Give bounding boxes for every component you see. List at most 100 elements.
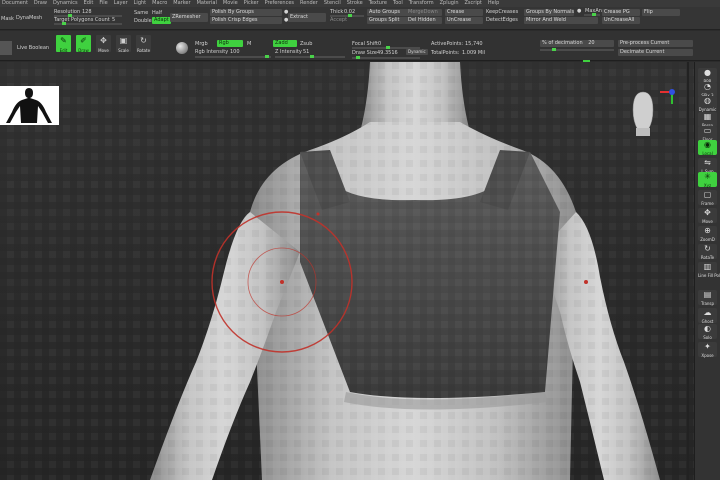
menu-stencil[interactable]: Stencil [324, 0, 341, 7]
zremesher-button[interactable]: ZRemesher [170, 13, 208, 22]
menu-movie[interactable]: Movie [223, 0, 238, 7]
brush-toolbar: Live Boolean ✎ Edit ✐ Draw ✥ Move ▣ Scal… [0, 31, 720, 63]
menu-edit[interactable]: Edit [84, 0, 94, 7]
shelf-bpr-button[interactable]: ●BPR [698, 68, 717, 84]
active-points-label: ActivePoints: [431, 41, 464, 47]
shelf-label: Solo [703, 335, 712, 340]
edit-mode-button[interactable]: ✎ Edit [56, 35, 71, 53]
shelf-zoomd-button[interactable]: ⊕ ZoomD [698, 226, 717, 242]
crease-button[interactable]: Crease [445, 9, 483, 16]
draw-mode-button[interactable]: ✐ Draw [76, 35, 91, 53]
double-button[interactable]: Double [134, 18, 152, 24]
mirror-and-weld-button[interactable]: Mirror And Weld [524, 17, 598, 24]
left-collapse-tab[interactable] [0, 41, 12, 55]
shelf-transp-button[interactable]: ▤ Transp [698, 290, 717, 306]
scale-mode-button[interactable]: ▣ Scale [116, 35, 131, 53]
geometry-panel: Mask DynaMesh Resolution 128 Target Poly… [0, 7, 720, 30]
menu-layer[interactable]: Layer [114, 0, 128, 7]
menu-macro[interactable]: Macro [152, 0, 167, 7]
detect-edges-button[interactable]: DetectEdges [486, 17, 518, 23]
m-button[interactable]: M [247, 41, 251, 47]
menu-stroke[interactable]: Stroke [347, 0, 363, 7]
preprocess-current-button[interactable]: Pre-process Current [618, 40, 693, 47]
menu-render[interactable]: Render [300, 0, 318, 7]
menu-transform[interactable]: Transform [409, 0, 434, 7]
live-boolean-button[interactable]: Live Boolean [17, 45, 49, 51]
menu-zscript[interactable]: Zscript [464, 0, 481, 7]
menu-light[interactable]: Light [134, 0, 146, 7]
rotate-icon: ↻ [140, 36, 147, 45]
rgb-button[interactable]: Rgb [217, 40, 243, 47]
menu-file[interactable]: File [99, 0, 107, 7]
menu-help[interactable]: Help [488, 0, 499, 7]
groups-by-normals-button[interactable]: Groups By Normals [524, 9, 574, 16]
rgb-intensity-slider[interactable] [195, 55, 271, 58]
shelf-solo-button[interactable]: ◐ Solo [698, 324, 717, 340]
decimate-current-button[interactable]: Decimate Current [618, 49, 693, 56]
dynamesh-button[interactable]: DynaMesh [16, 15, 42, 21]
half-button[interactable]: Half [152, 10, 162, 16]
accept-button[interactable]: Accept [330, 17, 347, 23]
flip-button[interactable]: Flip [642, 9, 680, 16]
rotate-mode-button[interactable]: ↻ Rotate [136, 35, 151, 53]
menu-preferences[interactable]: Preferences [265, 0, 294, 7]
draw-size-value[interactable]: 49.3516 [377, 50, 398, 56]
z-intensity-value[interactable]: 51 [303, 49, 309, 55]
draw-icon: ✐ [80, 36, 87, 45]
shelf-local-button[interactable]: ◉ Local [698, 140, 717, 156]
polish-by-groups-button[interactable]: Polish By Groups [210, 9, 282, 16]
shelf-persp-button[interactable]: ▦Persp [698, 112, 717, 128]
auto-groups-button[interactable]: Auto Groups [367, 9, 409, 16]
shelf-dynamic-button[interactable]: ◍ Dynamic [698, 96, 717, 112]
menu-picker[interactable]: Picker [244, 0, 259, 7]
active-points-value: 15,740 [465, 41, 483, 47]
del-hidden-button[interactable]: Del Hidden [406, 17, 442, 24]
extract-button[interactable]: Extract [288, 13, 326, 22]
menu-tool[interactable]: Tool [393, 0, 403, 7]
shelf-move-button[interactable]: ✥ Move [698, 208, 717, 224]
rotate-label: Rotate [136, 48, 151, 53]
keep-creases-button[interactable]: KeepCreases [486, 9, 518, 15]
menu-material[interactable]: Material [197, 0, 217, 7]
shelf-frame-button[interactable]: ▢ Frame [698, 190, 717, 206]
groups-split-button[interactable]: Groups Split [367, 17, 409, 24]
uncrease-button[interactable]: UnCrease [445, 17, 483, 24]
merge-down-button[interactable]: MergeDown [406, 9, 442, 16]
menu-texture[interactable]: Texture [369, 0, 387, 7]
polish-crisp-edges-button[interactable]: Polish Crisp Edges [210, 17, 282, 24]
menu-dynamics[interactable]: Dynamics [53, 0, 78, 7]
z-intensity-slider[interactable] [275, 55, 345, 58]
viewport-canvas[interactable] [0, 62, 694, 480]
same-button[interactable]: Same [134, 10, 148, 16]
shelf-rotate-button[interactable]: ↻ RotaTe [698, 244, 717, 260]
menu-bar: Document Draw Dynamics Edit File Layer Light Ma… [0, 0, 720, 7]
maxan-slider[interactable] [584, 13, 600, 16]
adapt-button[interactable]: Adapt [152, 17, 171, 24]
menu-marker[interactable]: Marker [173, 0, 190, 7]
decimation-field[interactable]: % of decimation 20 [540, 40, 614, 47]
target-polygons-slider[interactable] [54, 22, 122, 25]
crease-pg-button[interactable]: Crease PG [602, 9, 640, 16]
shelf-l-sym-button[interactable]: ⇋L.Sym [698, 158, 717, 174]
shelf-floor-button[interactable]: ▭Floor [698, 126, 717, 142]
symmetry-point [584, 280, 588, 284]
shelf-xyz-button[interactable]: ✳ Xyz [698, 172, 717, 188]
menu-document[interactable]: Document [2, 0, 28, 7]
zadd-button[interactable]: Zadd [273, 40, 297, 47]
draw-size-slider[interactable] [352, 56, 420, 59]
uncrease-all-button[interactable]: UnCreaseAll [602, 17, 640, 24]
mask-label[interactable]: Mask [1, 16, 14, 22]
shelf-line-fill-polyf-button[interactable]: ▥ Line Fill PolyF [698, 262, 720, 278]
menu-zplugin[interactable]: Zplugin [440, 0, 459, 7]
decimation-slider[interactable] [540, 48, 614, 51]
move-mode-button[interactable]: ✥ Move [96, 35, 111, 53]
shelf-spix-3-button[interactable]: ◔SPix 3 [698, 82, 717, 98]
dynamic-button[interactable]: Dynamic [406, 49, 428, 55]
shelf-xpose-button[interactable]: ✦ Xpose [698, 342, 717, 358]
rgb-intensity-value[interactable]: 100 [230, 49, 240, 55]
zsub-button[interactable]: Zsub [300, 41, 312, 47]
menu-draw[interactable]: Draw [34, 0, 47, 7]
mrgb-button[interactable]: Mrgb [195, 41, 208, 47]
shelf-ghost-button[interactable]: ☁ Ghost [698, 308, 717, 324]
material-sphere-icon[interactable] [176, 42, 188, 54]
